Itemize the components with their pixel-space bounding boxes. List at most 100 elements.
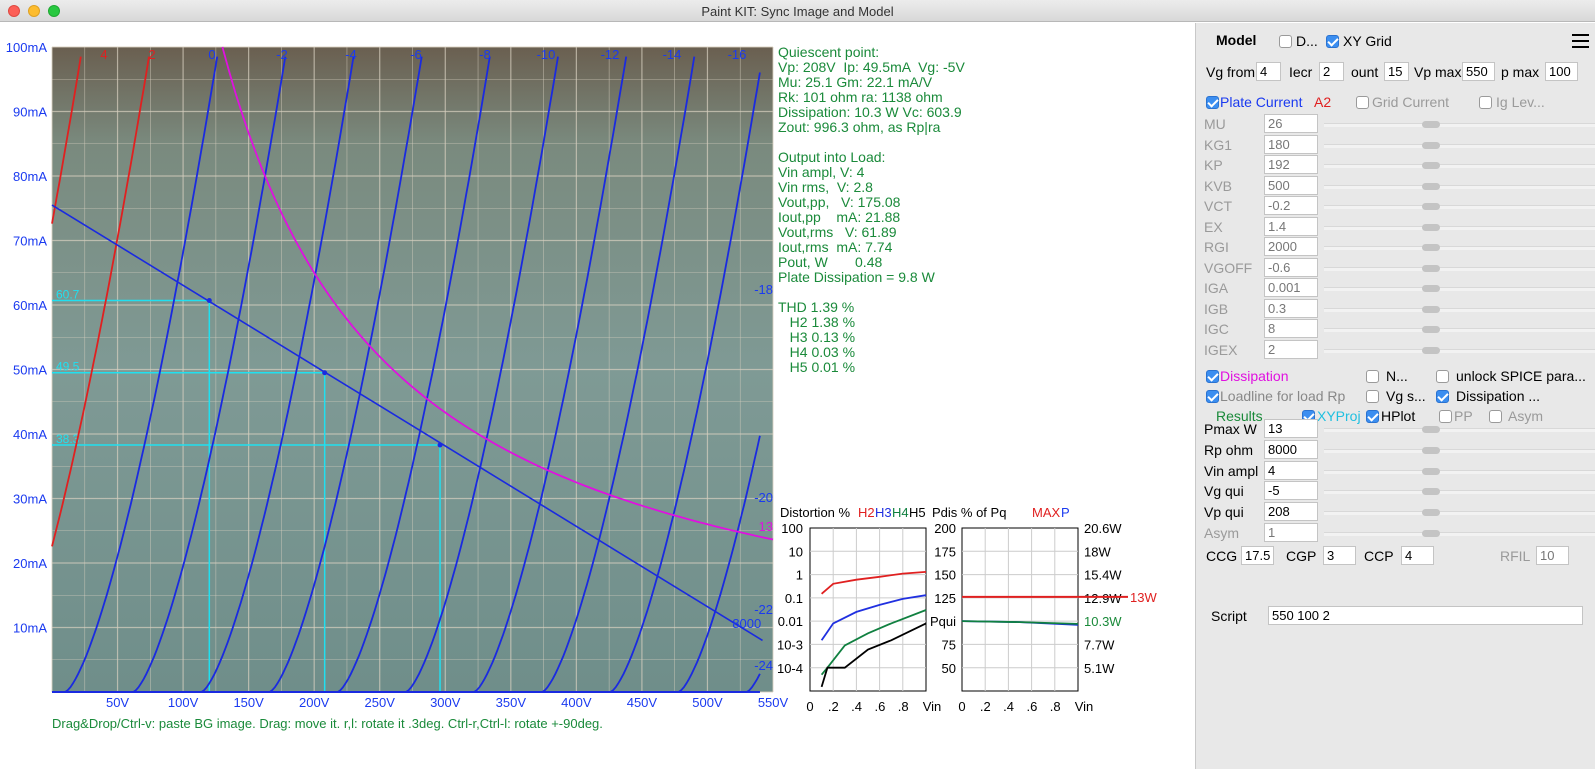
pdis-right-tick: 15.4W (1084, 568, 1122, 583)
param-slider-knob[interactable] (1422, 121, 1440, 128)
load-param-slider[interactable] (1324, 490, 1595, 495)
pdis-right-tick: 10.3W (1084, 614, 1122, 629)
ig-lev-checkbox[interactable] (1479, 96, 1492, 109)
pmax-label: p max (1501, 64, 1540, 80)
load-param-slider-knob[interactable] (1422, 467, 1440, 475)
unlock-spice-checkbox[interactable] (1436, 370, 1449, 383)
script-label: Script (1211, 608, 1247, 624)
load-param-slider-knob[interactable] (1422, 509, 1440, 517)
count-field[interactable] (1384, 62, 1409, 81)
load-param-field[interactable] (1264, 481, 1318, 501)
asym-checkbox[interactable] (1489, 410, 1502, 423)
load-param-label: Vin ampl (1204, 462, 1259, 479)
distortion-chart: Distortion % H2 H3 H4 H5 100 10 1 0.1 0.01 10-3 10-… (777, 505, 941, 714)
vgfrom-field[interactable] (1256, 62, 1281, 81)
param-slider-knob[interactable] (1422, 264, 1440, 272)
load-param-slider[interactable] (1324, 448, 1595, 453)
param-field[interactable] (1264, 339, 1318, 359)
param-slider[interactable] (1324, 266, 1595, 271)
load-param-slider[interactable] (1324, 428, 1595, 432)
load-param-slider[interactable] (1324, 511, 1595, 516)
param-slider-knob[interactable] (1422, 223, 1440, 231)
plate-current-checkbox[interactable] (1206, 96, 1219, 109)
result-line: Vin rms, V: 2.8 (778, 179, 873, 195)
y-tick-label: 50mA (13, 363, 47, 378)
load-param-field[interactable] (1264, 419, 1318, 438)
load-param-slider-knob[interactable] (1422, 530, 1440, 537)
pmax-field[interactable] (1545, 62, 1578, 81)
y-tick-label: 40mA (13, 427, 47, 442)
param-field[interactable] (1264, 216, 1318, 236)
cyan-label: 60.7 (56, 287, 80, 301)
vpmax-field[interactable] (1462, 62, 1495, 81)
param-slider[interactable] (1324, 307, 1595, 312)
param-label: IGC (1204, 321, 1229, 337)
load-param-slider[interactable] (1324, 532, 1595, 536)
param-slider-knob[interactable] (1422, 244, 1440, 251)
param-field[interactable] (1264, 257, 1318, 277)
param-slider[interactable] (1324, 123, 1595, 127)
param-slider-knob[interactable] (1422, 326, 1440, 333)
load-param-field[interactable] (1264, 439, 1318, 459)
param-field[interactable] (1264, 196, 1318, 215)
param-slider[interactable] (1324, 225, 1595, 230)
param-slider[interactable] (1324, 348, 1595, 353)
param-slider[interactable] (1324, 328, 1595, 332)
param-field[interactable] (1264, 298, 1318, 318)
xyproj-label: XYProj (1317, 408, 1361, 424)
curve-label: 0 (208, 47, 215, 62)
param-field[interactable] (1264, 319, 1318, 338)
param-slider-knob[interactable] (1422, 162, 1440, 169)
xygrid-checkbox[interactable] (1326, 35, 1339, 48)
param-field[interactable] (1264, 155, 1318, 174)
script-field[interactable] (1268, 606, 1583, 625)
load-param-slider-knob[interactable] (1422, 446, 1440, 454)
param-label: IGB (1204, 300, 1229, 317)
load-param-slider[interactable] (1324, 469, 1595, 474)
param-slider[interactable] (1324, 205, 1595, 209)
load-param-field[interactable] (1264, 460, 1318, 480)
iecr-field[interactable] (1319, 62, 1344, 81)
dist-x-tick: .4 (851, 699, 862, 714)
dissipation2-checkbox[interactable] (1436, 390, 1449, 403)
grid-current-checkbox[interactable] (1356, 96, 1369, 109)
load-param-field[interactable] (1264, 523, 1318, 542)
pp-checkbox[interactable] (1439, 410, 1452, 423)
hplot-checkbox[interactable] (1366, 410, 1379, 423)
rfil-field[interactable] (1536, 546, 1569, 565)
plot-area[interactable]: 60.7 49.5 38.3 100mA 90mA 80mA 70mA 60mA 50mA 40… (0, 23, 1195, 769)
ccp-field[interactable] (1401, 546, 1434, 565)
param-slider-knob[interactable] (1422, 346, 1440, 354)
result-line: Iout,rms mA: 7.74 (778, 239, 893, 255)
param-field[interactable] (1264, 114, 1318, 133)
param-slider-knob[interactable] (1422, 285, 1440, 292)
param-slider-knob[interactable] (1422, 141, 1440, 149)
param-slider-knob[interactable] (1422, 203, 1440, 210)
x-tick-label: 400V (561, 695, 592, 710)
param-field[interactable] (1264, 134, 1318, 154)
param-field[interactable] (1264, 278, 1318, 297)
vgs-checkbox[interactable] (1366, 390, 1379, 403)
param-field[interactable] (1264, 237, 1318, 256)
param-slider-knob[interactable] (1422, 182, 1440, 190)
param-slider-knob[interactable] (1422, 305, 1440, 313)
load-param-slider-knob[interactable] (1422, 426, 1440, 433)
cgp-field[interactable] (1323, 546, 1356, 565)
loadline-checkbox[interactable] (1206, 390, 1219, 403)
dist-x-tick: .2 (828, 699, 839, 714)
load-param-field[interactable] (1264, 502, 1318, 522)
dissipation-checkbox[interactable] (1206, 370, 1219, 383)
load-param-slider-knob[interactable] (1422, 488, 1440, 496)
n-checkbox[interactable] (1366, 370, 1379, 383)
ccg-field[interactable] (1241, 546, 1274, 565)
param-slider[interactable] (1324, 287, 1595, 291)
curve-label: -14 (663, 47, 682, 62)
param-slider[interactable] (1324, 164, 1595, 168)
param-slider[interactable] (1324, 246, 1595, 250)
menu-icon[interactable] (1572, 34, 1589, 48)
param-slider[interactable] (1324, 184, 1595, 189)
param-slider[interactable] (1324, 143, 1595, 148)
d-checkbox[interactable] (1279, 35, 1292, 48)
param-label: VCT (1204, 198, 1232, 214)
param-field[interactable] (1264, 175, 1318, 195)
